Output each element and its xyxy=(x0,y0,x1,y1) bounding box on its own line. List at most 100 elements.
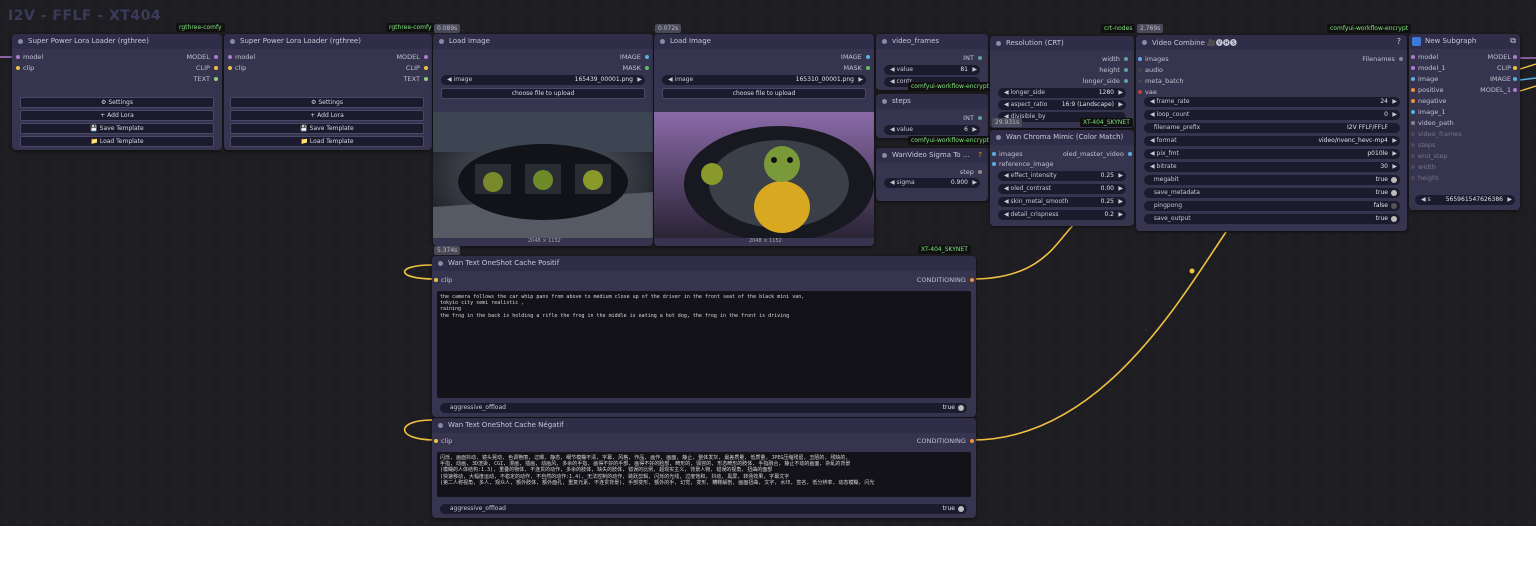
subgraph-input-end-step[interactable]: end_step xyxy=(1411,152,1448,160)
detail-crispness-stepper[interactable]: ◀ detail_crispness 0.2 ▶ xyxy=(998,210,1126,220)
subgraph-input-image-1[interactable]: image_1 xyxy=(1411,108,1446,116)
settings-button[interactable]: ⚙ Settings xyxy=(230,97,424,108)
aspect-ratio-select[interactable]: ◀ aspect_ratio 16:9 (Landscape) ▶ xyxy=(998,100,1126,110)
node-title[interactable]: Video Combine 🎥🅥🅗🅢 xyxy=(1136,35,1407,50)
toggle-knob-icon[interactable] xyxy=(958,405,964,411)
loop-count-stepper[interactable]: ◀ loop_count 0 ▶ xyxy=(1144,110,1400,120)
subgraph-output-model[interactable]: MODEL xyxy=(1488,53,1517,61)
subgraph-input-height[interactable]: height xyxy=(1411,174,1439,182)
subgraph-output-model-1[interactable]: MODEL_1 xyxy=(1480,86,1517,94)
save-metadata-toggle[interactable]: save_metadata true xyxy=(1144,188,1400,198)
save-template-button[interactable]: 💾 Save Template xyxy=(20,123,214,134)
seed-stepper[interactable]: ◀ s 565961547626386 ▶ xyxy=(1415,195,1515,205)
subgraph-input-negative[interactable]: negative xyxy=(1411,97,1446,105)
input-socket[interactable] xyxy=(1411,154,1415,158)
open-subgraph-icon[interactable]: ⧉ xyxy=(1510,36,1516,46)
subgraph-input-image[interactable]: image xyxy=(1411,75,1438,83)
video-combine-node[interactable]: Video Combine 🎥🅥🅗🅢 ? images audio meta_b… xyxy=(1136,35,1407,231)
subgraph-input-video-frames[interactable]: video_frames xyxy=(1411,130,1462,138)
arrow-right-icon[interactable]: ▶ xyxy=(972,178,977,188)
oled-contrast-stepper[interactable]: ◀ oled_contrast 0.00 ▶ xyxy=(998,184,1126,194)
help-icon[interactable]: ? xyxy=(978,151,982,159)
subgraph-input-width[interactable]: width xyxy=(1411,163,1436,171)
arrow-right-icon[interactable]: ▶ xyxy=(1392,110,1397,120)
node-title[interactable]: New Subgraph xyxy=(1409,34,1520,49)
add-lora-button[interactable]: + Add Lora xyxy=(20,110,214,121)
input-socket[interactable] xyxy=(1411,176,1415,180)
arrow-right-icon[interactable]: ▶ xyxy=(637,75,642,85)
node-title[interactable]: Wan Chroma Mimic (Color Match) xyxy=(990,130,1134,145)
sigma-stepper[interactable]: ◀ sigma 0.900 ▶ xyxy=(884,178,980,188)
arrow-right-icon[interactable]: ▶ xyxy=(1392,97,1397,107)
input-socket[interactable] xyxy=(1411,121,1415,125)
pix-fmt-select[interactable]: ◀ pix_fmt p010le ▶ xyxy=(1144,149,1400,159)
chroma-mimic-node[interactable]: Wan Chroma Mimic (Color Match) images re… xyxy=(990,130,1134,226)
megabit-toggle[interactable]: megabit true xyxy=(1144,175,1400,185)
skin-metal-stepper[interactable]: ◀ skin_metal_smooth 0.25 ▶ xyxy=(998,197,1126,207)
arrow-right-icon[interactable]: ▶ xyxy=(1507,195,1512,205)
node-title[interactable]: Wan Text OneShot Cache Positif xyxy=(432,256,976,271)
toggle-knob-icon[interactable] xyxy=(1391,190,1397,196)
input-socket[interactable] xyxy=(1411,77,1415,81)
subgraph-input-positive[interactable]: positive xyxy=(1411,86,1444,94)
output-socket[interactable] xyxy=(1513,77,1517,81)
toggle-knob-icon[interactable] xyxy=(1391,216,1397,222)
lora-loader-node[interactable]: Super Power Lora Loader (rgthree) model … xyxy=(12,34,222,150)
effect-intensity-stepper[interactable]: ◀ effect_intensity 0.25 ▶ xyxy=(998,171,1126,181)
arrow-right-icon[interactable]: ▶ xyxy=(1392,149,1397,159)
input-socket[interactable] xyxy=(1411,99,1415,103)
load-image-node[interactable]: Load Image IMAGE MASK ◀ image 165310_0000… xyxy=(654,34,874,246)
node-title[interactable]: Resolution (CRT) xyxy=(990,36,1134,51)
help-icon[interactable]: ? xyxy=(1397,37,1401,46)
value-stepper[interactable]: ◀ value 81 ▶ xyxy=(884,65,980,75)
sigma-node[interactable]: WanVideo Sigma To ... ? step ◀ sigma 0.90… xyxy=(876,148,988,201)
arrow-right-icon[interactable]: ▶ xyxy=(858,75,863,85)
output-socket[interactable] xyxy=(1513,88,1517,92)
subgraph-input-video-path[interactable]: video_path xyxy=(1411,119,1454,127)
toggle-knob-icon[interactable] xyxy=(958,506,964,512)
subgraph-output-clip[interactable]: CLIP xyxy=(1497,64,1517,72)
lora-loader-node[interactable]: Super Power Lora Loader (rgthree) model … xyxy=(224,34,432,150)
node-title[interactable]: Super Power Lora Loader (rgthree) xyxy=(12,34,222,49)
positive-prompt-textarea[interactable]: the camera follows the car whip pans fro… xyxy=(437,291,971,398)
negative-prompt-textarea[interactable]: 闪烁, 画面抖动, 镜头晃动, 色调艳丽, 过曝, 静态, 细节模糊不清, 字幕… xyxy=(437,452,971,497)
input-socket[interactable] xyxy=(1411,55,1415,59)
format-select[interactable]: ◀ format video/nvenc_hevc-mp4 ▶ xyxy=(1144,136,1400,146)
load-image-node[interactable]: Load Image IMAGE MASK ◀ image 165439_0000… xyxy=(433,34,653,246)
input-socket[interactable] xyxy=(1411,165,1415,169)
arrow-right-icon[interactable]: ▶ xyxy=(1118,197,1123,207)
arrow-right-icon[interactable]: ▶ xyxy=(1118,210,1123,220)
settings-button[interactable]: ⚙ Settings xyxy=(20,97,214,108)
node-title[interactable]: Load Image xyxy=(433,34,653,49)
input-socket[interactable] xyxy=(1411,66,1415,70)
value-stepper[interactable]: ◀ value 6 ▶ xyxy=(884,125,980,135)
subgraph-input-model-1[interactable]: model_1 xyxy=(1411,64,1446,72)
subgraph-output-image[interactable]: IMAGE xyxy=(1490,75,1517,83)
output-socket[interactable] xyxy=(1513,55,1517,59)
input-socket[interactable] xyxy=(1411,88,1415,92)
input-socket[interactable] xyxy=(1411,132,1415,136)
pingpong-toggle[interactable]: pingpong false xyxy=(1144,201,1400,211)
longer-side-stepper[interactable]: ◀ longer_side 1280 ▶ xyxy=(998,88,1126,98)
node-title[interactable]: Load Image xyxy=(654,34,874,49)
input-socket[interactable] xyxy=(1411,110,1415,114)
subgraph-node[interactable]: New Subgraph ⧉ model model_1image positive… xyxy=(1409,34,1520,210)
aggressive-offload-toggle[interactable]: aggressive_offload true xyxy=(440,403,967,413)
node-title[interactable]: video_frames xyxy=(876,34,988,49)
subgraph-input-steps[interactable]: steps xyxy=(1411,141,1435,149)
aggressive-offload-toggle[interactable]: aggressive_offload true xyxy=(440,504,967,514)
toggle-knob-icon[interactable] xyxy=(1391,203,1397,209)
toggle-knob-icon[interactable] xyxy=(1391,177,1397,183)
image-select[interactable]: ◀ image 165439_00001.png ▶ xyxy=(441,75,645,85)
resolution-node[interactable]: Resolution (CRT) width height longer_sid… xyxy=(990,36,1134,128)
arrow-right-icon[interactable]: ▶ xyxy=(1392,136,1397,146)
arrow-right-icon[interactable]: ▶ xyxy=(1118,184,1123,194)
load-template-button[interactable]: 📁 Load Template xyxy=(230,136,424,147)
choose-file-button[interactable]: choose file to upload xyxy=(441,88,645,99)
input-socket[interactable] xyxy=(1411,143,1415,147)
steps-node[interactable]: steps INT ◀ value 6 ▶ xyxy=(876,94,988,138)
load-template-button[interactable]: 📁 Load Template xyxy=(20,136,214,147)
arrow-right-icon[interactable]: ▶ xyxy=(1118,88,1123,98)
subgraph-input-model[interactable]: model xyxy=(1411,53,1438,61)
image-select[interactable]: ◀ image 165310_00001.png ▶ xyxy=(662,75,866,85)
